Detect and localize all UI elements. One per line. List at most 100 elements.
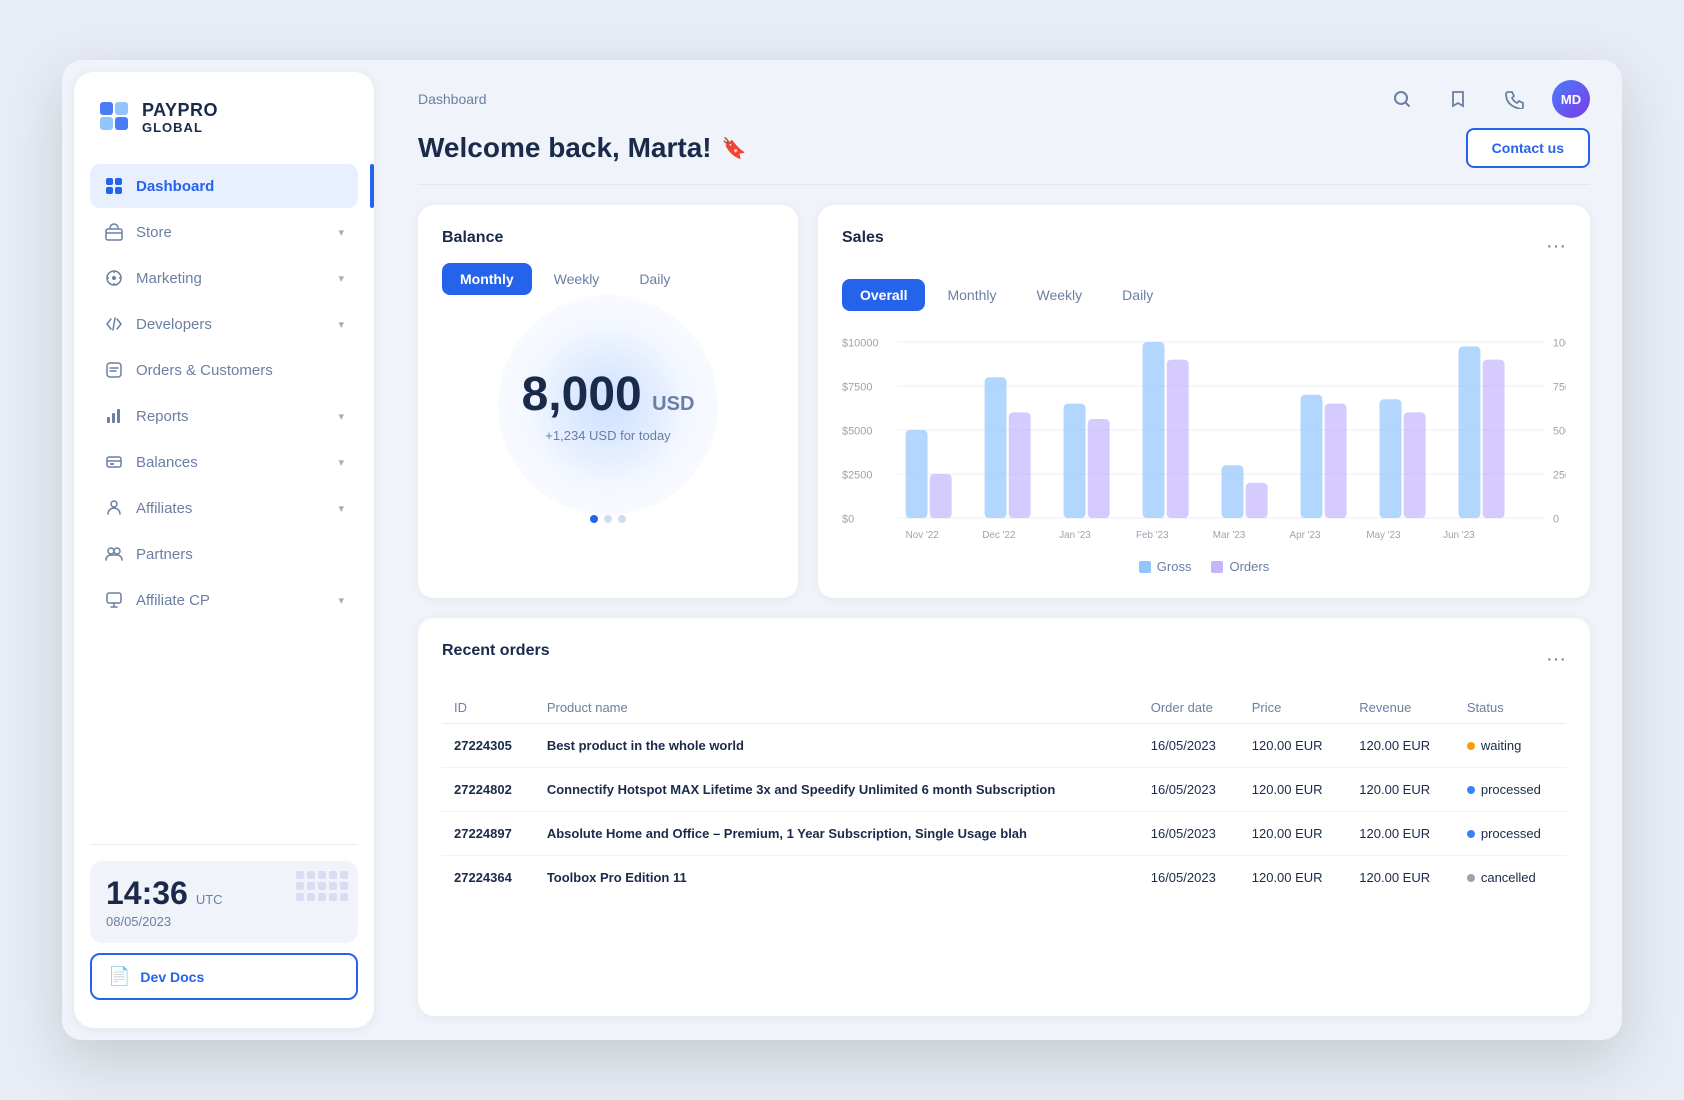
col-product: Product name xyxy=(535,692,1139,724)
sidebar-item-marketing[interactable]: Marketing ▾ xyxy=(90,256,358,300)
col-date: Order date xyxy=(1139,692,1240,724)
topbar: Dashboard xyxy=(386,60,1622,128)
legend-orders-label: Orders xyxy=(1229,559,1269,574)
legend-gross-dot xyxy=(1139,561,1151,573)
chart-legend: Gross Orders xyxy=(842,559,1566,574)
order-date: 16/05/2023 xyxy=(1139,768,1240,812)
main-content: Dashboard xyxy=(386,60,1622,1040)
orders-table-wrap: ID Product name Order date Price Revenue… xyxy=(442,692,1566,899)
sidebar-item-store[interactable]: Store ▾ xyxy=(90,210,358,254)
svg-text:Apr '23: Apr '23 xyxy=(1290,530,1321,541)
order-product: Absolute Home and Office – Premium, 1 Ye… xyxy=(535,812,1139,856)
sidebar: PAYPRO GLOBAL Dashboard xyxy=(74,72,374,1028)
sales-tab-daily[interactable]: Daily xyxy=(1104,279,1171,311)
orders-more-icon[interactable]: ··· xyxy=(1546,648,1566,671)
chevron-down-icon: ▾ xyxy=(338,226,344,239)
sidebar-label-dashboard: Dashboard xyxy=(136,178,344,195)
sidebar-item-balances[interactable]: Balances ▾ xyxy=(90,440,358,484)
legend-gross: Gross xyxy=(1139,559,1192,574)
svg-text:Jan '23: Jan '23 xyxy=(1059,530,1091,541)
svg-text:Dec '22: Dec '22 xyxy=(982,530,1015,541)
balance-change: +1,234 USD for today xyxy=(522,428,695,443)
balance-currency: USD xyxy=(652,393,694,415)
svg-text:$10000: $10000 xyxy=(842,337,879,349)
sales-tab-weekly[interactable]: Weekly xyxy=(1019,279,1101,311)
balance-amount: 8,000 xyxy=(522,368,642,421)
order-status: processed xyxy=(1455,768,1566,812)
search-icon[interactable] xyxy=(1384,81,1420,117)
col-revenue: Revenue xyxy=(1347,692,1455,724)
bookmark-nav-icon[interactable] xyxy=(1440,81,1476,117)
sidebar-item-developers[interactable]: Developers ▾ xyxy=(90,302,358,346)
sidebar-item-affiliate-cp[interactable]: Affiliate CP ▾ xyxy=(90,578,358,622)
sidebar-label-affiliate-cp: Affiliate CP xyxy=(136,592,326,609)
logo: PAYPRO GLOBAL xyxy=(90,100,358,164)
sidebar-label-orders: Orders & Customers xyxy=(136,362,344,379)
store-icon xyxy=(104,222,124,242)
balances-icon xyxy=(104,452,124,472)
orders-table-body: 27224305 Best product in the whole world… xyxy=(442,724,1566,900)
balance-dot-1[interactable] xyxy=(590,515,598,523)
sidebar-item-orders-customers[interactable]: Orders & Customers xyxy=(90,348,358,392)
contact-us-button[interactable]: Contact us xyxy=(1466,128,1590,168)
sales-tab-monthly[interactable]: Monthly xyxy=(929,279,1014,311)
balance-card-title: Balance xyxy=(442,229,774,247)
status-dot-processed xyxy=(1467,830,1475,838)
legend-gross-label: Gross xyxy=(1157,559,1192,574)
order-revenue: 120.00 EUR xyxy=(1347,812,1455,856)
svg-text:$2500: $2500 xyxy=(842,469,872,481)
more-options-icon[interactable]: ··· xyxy=(1546,235,1566,258)
affiliates-icon xyxy=(104,498,124,518)
order-price: 120.00 EUR xyxy=(1240,768,1348,812)
affiliate-cp-icon xyxy=(104,590,124,610)
clock-section: 14:36 UTC 08/05/2023 xyxy=(90,861,358,943)
status-dot-cancelled xyxy=(1467,874,1475,882)
orders-table-header: ID Product name Order date Price Revenue… xyxy=(442,692,1566,724)
sidebar-label-reports: Reports xyxy=(136,408,326,425)
order-revenue: 120.00 EUR xyxy=(1347,856,1455,900)
balance-tab-daily[interactable]: Daily xyxy=(621,263,688,295)
sales-tab-overall[interactable]: Overall xyxy=(842,279,925,311)
svg-text:0: 0 xyxy=(1553,513,1559,525)
user-avatar[interactable]: MD xyxy=(1552,80,1590,118)
recent-orders-card: Recent orders ··· ID Product name Order … xyxy=(418,618,1590,1016)
reports-icon xyxy=(104,406,124,426)
dev-docs-button[interactable]: 📄 Dev Docs xyxy=(90,953,358,1000)
order-status: cancelled xyxy=(1455,856,1566,900)
balance-dot-3[interactable] xyxy=(618,515,626,523)
sales-tab-row: Overall Monthly Weekly Daily xyxy=(842,279,1566,311)
welcome-bookmark-icon[interactable]: 🔖 xyxy=(722,136,747,161)
order-id: 27224364 xyxy=(442,856,535,900)
clock-time: 14:36 xyxy=(106,875,188,912)
sidebar-label-affiliates: Affiliates xyxy=(136,500,326,517)
order-price: 120.00 EUR xyxy=(1240,856,1348,900)
balance-tab-weekly[interactable]: Weekly xyxy=(536,263,618,295)
order-id: 27224802 xyxy=(442,768,535,812)
order-price: 120.00 EUR xyxy=(1240,812,1348,856)
col-status: Status xyxy=(1455,692,1566,724)
col-price: Price xyxy=(1240,692,1348,724)
sidebar-item-partners[interactable]: Partners xyxy=(90,532,358,576)
legend-orders-dot xyxy=(1211,561,1223,573)
balance-dot-2[interactable] xyxy=(604,515,612,523)
sidebar-item-affiliates[interactable]: Affiliates ▾ xyxy=(90,486,358,530)
order-date: 16/05/2023 xyxy=(1139,812,1240,856)
sales-chart-svg: $10000 $7500 $5000 $2500 $0 xyxy=(842,331,1566,551)
order-price: 120.00 EUR xyxy=(1240,724,1348,768)
balance-tab-monthly[interactable]: Monthly xyxy=(442,263,532,295)
phone-icon[interactable] xyxy=(1496,81,1532,117)
svg-text:Feb '23: Feb '23 xyxy=(1136,530,1169,541)
cards-row: Balance Monthly Weekly Daily 8,000 USD +… xyxy=(418,205,1590,598)
logo-icon xyxy=(98,100,134,136)
page-content: Welcome back, Marta! 🔖 Contact us Balanc… xyxy=(386,128,1622,1040)
clock-date: 08/05/2023 xyxy=(106,914,342,929)
logo-global: GLOBAL xyxy=(142,121,218,135)
orders-table: ID Product name Order date Price Revenue… xyxy=(442,692,1566,899)
order-revenue: 120.00 EUR xyxy=(1347,768,1455,812)
sidebar-item-reports[interactable]: Reports ▾ xyxy=(90,394,358,438)
order-date: 16/05/2023 xyxy=(1139,724,1240,768)
svg-text:$5000: $5000 xyxy=(842,425,872,437)
sidebar-item-dashboard[interactable]: Dashboard xyxy=(90,164,358,208)
topbar-icons: MD xyxy=(1384,80,1590,118)
sales-card-title: Sales xyxy=(842,229,884,247)
